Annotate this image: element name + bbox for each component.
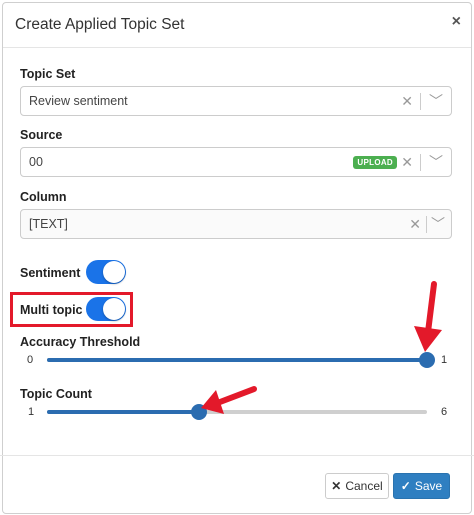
dialog-header: Create Applied Topic Set × <box>3 3 471 48</box>
column-value: [TEXT] <box>29 217 68 231</box>
select-divider <box>420 93 421 110</box>
accuracy-slider-fill <box>47 358 427 362</box>
cancel-button-label: Cancel <box>345 479 383 493</box>
dialog-footer: ✕ Cancel ✓ Save <box>0 455 474 512</box>
dialog-title: Create Applied Topic Set <box>15 16 185 33</box>
clear-icon[interactable]: ✕ <box>401 93 413 110</box>
topic-set-label: Topic Set <box>20 67 76 81</box>
save-button[interactable]: ✓ Save <box>393 473 450 499</box>
select-divider <box>426 216 427 233</box>
topic-set-value: Review sentiment <box>29 94 128 108</box>
chevron-down-icon[interactable]: ﹀ <box>429 91 443 111</box>
cancel-button[interactable]: ✕ Cancel <box>325 473 389 499</box>
clear-icon[interactable]: ✕ <box>409 216 421 233</box>
topic-set-select[interactable]: Review sentiment ✕ ﹀ <box>20 86 452 116</box>
toggle-knob <box>103 298 125 320</box>
check-icon: ✓ <box>400 479 411 493</box>
column-select[interactable]: [TEXT] ✕ ﹀ <box>20 209 452 239</box>
topic-count-max-label: 6 <box>441 406 448 418</box>
accuracy-min-label: 0 <box>27 354 34 366</box>
save-button-label: Save <box>414 479 443 493</box>
source-label: Source <box>20 128 63 142</box>
select-divider <box>420 154 421 171</box>
close-icon[interactable]: × <box>452 13 461 31</box>
upload-badge: UPLOAD <box>353 156 397 169</box>
topic-count-slider-handle[interactable] <box>191 404 207 420</box>
chevron-down-icon[interactable]: ﹀ <box>431 214 445 234</box>
source-value: 00 <box>29 155 43 169</box>
chevron-down-icon[interactable]: ﹀ <box>429 152 443 172</box>
toggle-knob <box>103 261 125 283</box>
topic-count-min-label: 1 <box>28 406 35 418</box>
column-label: Column <box>20 190 67 204</box>
multi-topic-label: Multi topic <box>20 303 83 317</box>
accuracy-slider-handle[interactable] <box>419 352 435 368</box>
accuracy-max-label: 1 <box>441 354 448 366</box>
clear-icon[interactable]: ✕ <box>401 154 413 171</box>
topic-count-label: Topic Count <box>20 387 92 401</box>
sentiment-toggle[interactable] <box>86 260 126 284</box>
topic-count-slider-fill <box>47 410 199 414</box>
multi-topic-toggle[interactable] <box>86 297 126 321</box>
sentiment-label: Sentiment <box>20 266 81 280</box>
accuracy-threshold-label: Accuracy Threshold <box>20 335 141 349</box>
close-icon: ✕ <box>331 479 342 493</box>
source-select[interactable]: 00 UPLOAD ✕ ﹀ <box>20 147 452 177</box>
